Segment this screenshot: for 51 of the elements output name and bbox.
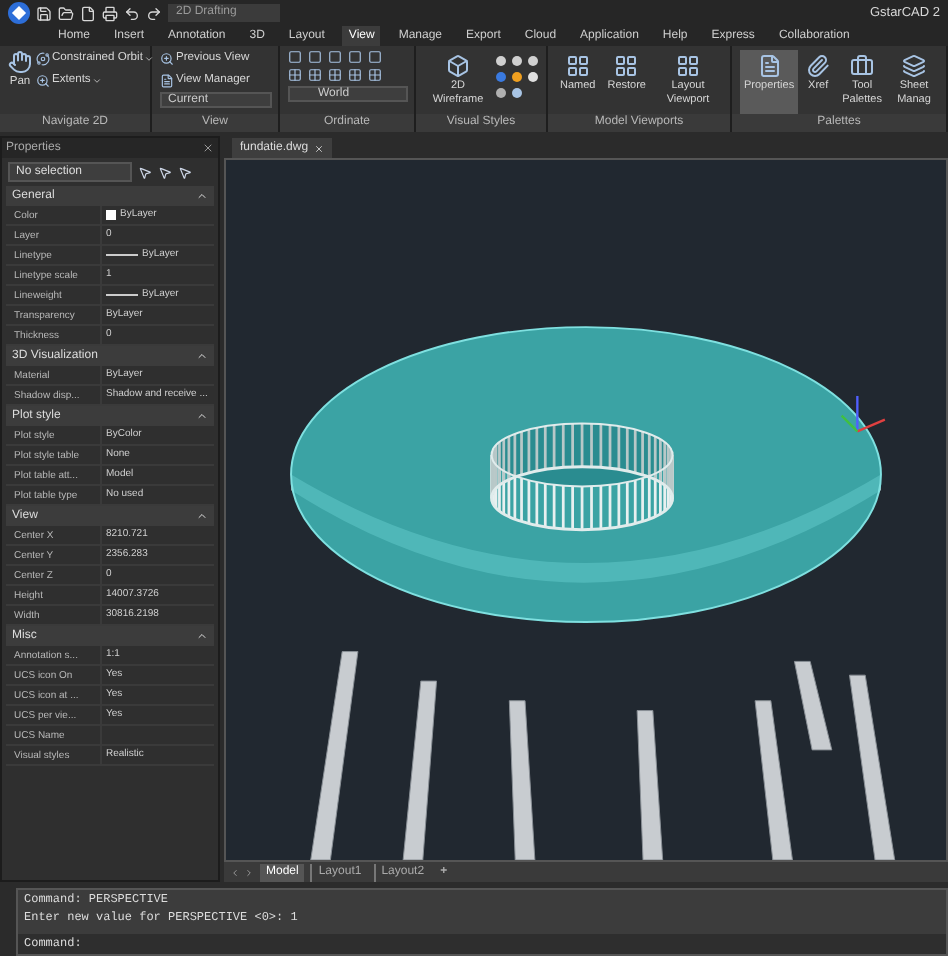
toolbox-icon: [850, 54, 875, 78]
select-objects-button[interactable]: [178, 165, 192, 179]
collapse-icon: [196, 510, 208, 522]
close-button[interactable]: [202, 142, 214, 154]
collapse-icon: [196, 410, 208, 422]
ucs-tool-button[interactable]: [288, 68, 302, 82]
document-icon: [757, 54, 782, 78]
cube-icon: [446, 54, 470, 78]
undo-icon: [124, 5, 140, 21]
save-icon: [36, 5, 52, 21]
line-sample: [106, 254, 138, 256]
caret-icon: [92, 75, 103, 86]
ucs-tool-button[interactable]: [368, 50, 382, 64]
toolbar-button[interactable]: [58, 5, 74, 21]
zoom-icon: [36, 73, 50, 88]
color-swatch: [106, 210, 116, 220]
printer-icon: [102, 5, 118, 21]
collapse-icon: [196, 190, 208, 202]
collapse-icon: [196, 630, 208, 642]
ucs-tool-button[interactable]: [308, 68, 322, 82]
zoom-icon: [160, 51, 174, 66]
layers-icon: [902, 54, 926, 78]
tab-navigation-icon: [230, 867, 254, 877]
caret-icon: [144, 53, 155, 64]
toolbar-button[interactable]: [36, 5, 52, 21]
hand-icon: [8, 50, 32, 74]
select-objects-button[interactable]: [158, 165, 172, 179]
folder-icon: [58, 5, 74, 21]
ucs-tool-button[interactable]: [308, 50, 322, 64]
toolbar-button[interactable]: [124, 5, 140, 21]
ucs-tool-button[interactable]: [328, 68, 342, 82]
ucs-tool-button[interactable]: [328, 50, 342, 64]
toolbar-button[interactable]: [102, 5, 118, 21]
line-sample: [106, 294, 138, 296]
document-icon: [160, 73, 174, 88]
orbit-icon: [36, 51, 50, 66]
ucs-tool-button[interactable]: [288, 50, 302, 64]
toolbar-button[interactable]: [80, 5, 96, 21]
viewport-icon: [614, 54, 639, 78]
toolbar-button[interactable]: [146, 5, 162, 21]
redo-icon: [146, 5, 162, 21]
viewport-icon: [676, 54, 700, 78]
ucs-tool-button[interactable]: [368, 68, 382, 82]
paperclip-icon: [806, 54, 831, 78]
select-objects-button[interactable]: [138, 165, 152, 179]
ucs-tool-button[interactable]: [348, 50, 362, 64]
ucs-tool-button[interactable]: [348, 68, 362, 82]
app-logo-icon: [8, 2, 30, 24]
viewport-icon: [565, 54, 590, 78]
file-icon: [80, 5, 96, 21]
collapse-icon: [196, 350, 208, 362]
